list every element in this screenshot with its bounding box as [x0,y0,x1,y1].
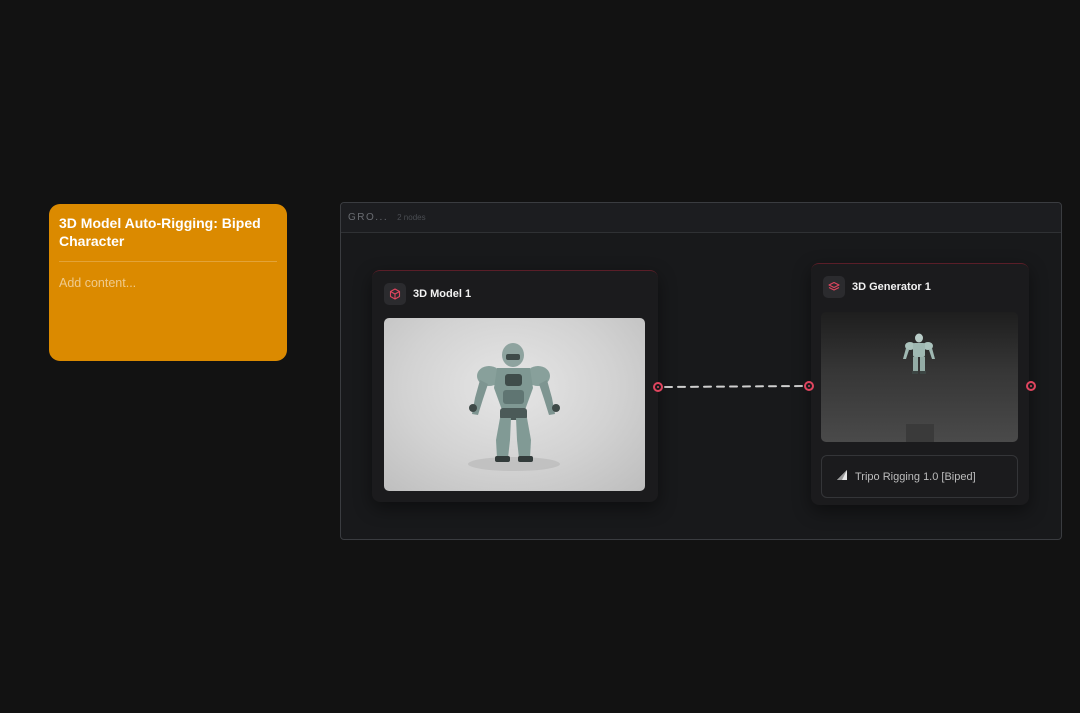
rigged-robot-image [903,333,935,442]
workflow-canvas[interactable]: 3D Model Auto-Rigging: Biped Character A… [0,0,1080,713]
3d-model-viewport[interactable] [384,318,645,491]
generator-input-port[interactable] [804,381,814,391]
model-output-port[interactable] [653,382,663,392]
rigging-icon [836,468,848,486]
generator-output-viewport[interactable] [821,312,1018,442]
cube-icon [384,283,406,305]
node-title: 3D Model 1 [413,288,472,300]
3d-generator-node[interactable]: 3D Generator 1 Tripo Rigging 1.0 [Biped] [811,263,1029,505]
node-title: 3D Generator 1 [852,281,931,293]
node-header: 3D Generator 1 [823,276,931,298]
model-selector[interactable]: Tripo Rigging 1.0 [Biped] [821,455,1018,498]
generator-output-port[interactable] [1026,381,1036,391]
model-selector-label: Tripo Rigging 1.0 [Biped] [855,470,976,483]
3d-model-node[interactable]: 3D Model 1 [372,270,658,502]
layers-icon [823,276,845,298]
robot-figure-image [468,343,560,471]
node-header: 3D Model 1 [384,283,471,305]
